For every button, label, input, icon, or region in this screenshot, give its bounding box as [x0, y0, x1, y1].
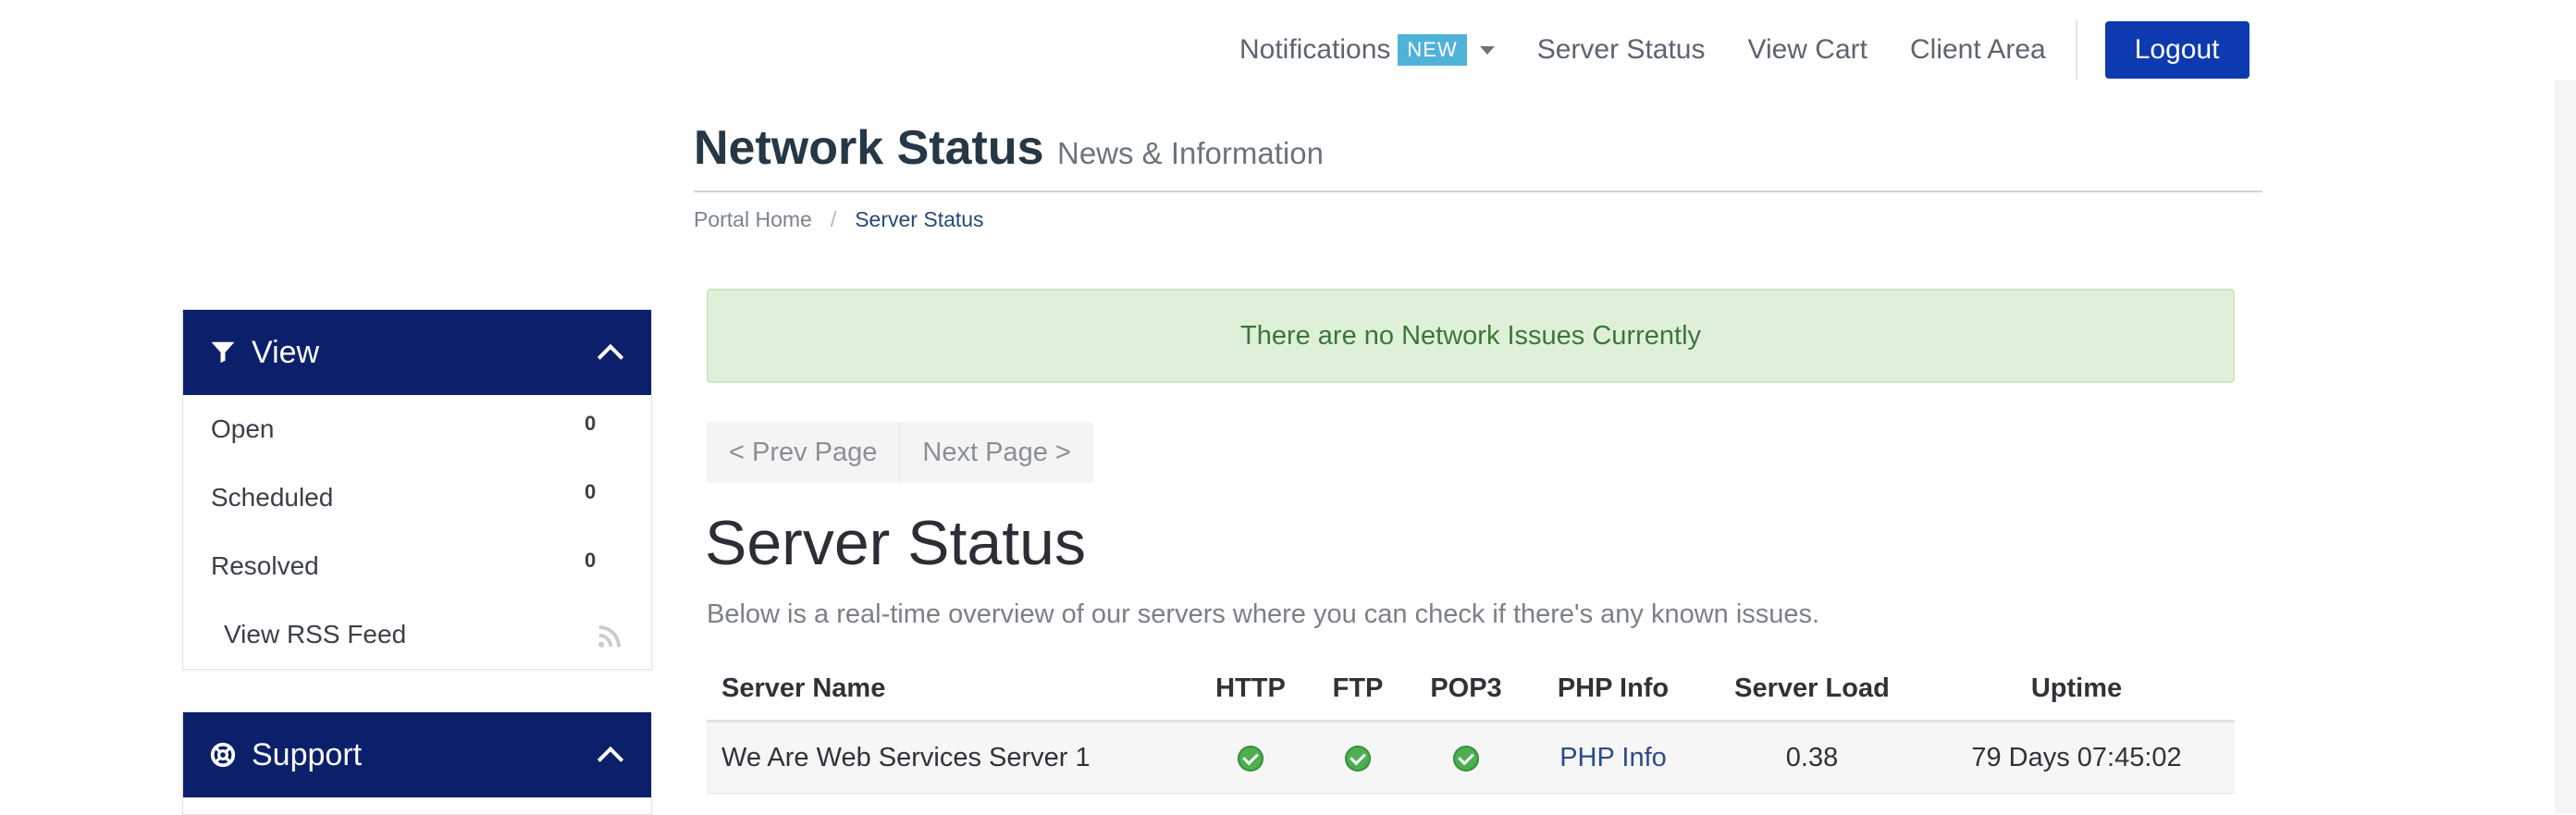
- rss-icon: [598, 625, 621, 648]
- sidebar-item-label: Resolved: [211, 551, 319, 580]
- view-panel-title: View: [252, 334, 320, 370]
- col-server-load: Server Load: [1706, 657, 1918, 722]
- support-panel-title: Support: [252, 736, 363, 772]
- nav-server-status[interactable]: Server Status: [1537, 34, 1706, 66]
- col-http: HTTP: [1197, 657, 1304, 722]
- server-status-description: Below is a real-time overview of our ser…: [707, 599, 1820, 629]
- nav-client-area[interactable]: Client Area: [1910, 34, 2046, 66]
- sidebar-item-open[interactable]: Open 0: [183, 395, 651, 463]
- http-status-cell: [1197, 721, 1304, 794]
- nav-view-cart[interactable]: View Cart: [1747, 34, 1867, 66]
- page-title: Network Status: [694, 121, 1044, 175]
- new-badge: NEW: [1398, 34, 1467, 66]
- server-status-table: Server Name HTTP FTP POP3 PHP Info Serve…: [707, 657, 2235, 794]
- server-load-cell: 0.38: [1706, 721, 1918, 794]
- next-page-button[interactable]: Next Page >: [899, 422, 1092, 483]
- network-status-alert: There are no Network Issues Currently: [707, 289, 2235, 383]
- page-subtitle: News & Information: [1056, 136, 1324, 170]
- breadcrumb-home[interactable]: Portal Home: [694, 207, 812, 232]
- col-server-name: Server Name: [707, 657, 1197, 722]
- server-status-title: Server Status: [705, 508, 1086, 578]
- sidebar-item-label: Scheduled: [211, 483, 334, 512]
- check-circle-icon: [1345, 745, 1371, 772]
- sidebar-item-label: Open: [211, 414, 275, 443]
- check-circle-icon: [1238, 745, 1263, 772]
- server-name-cell: We Are Web Services Server 1: [707, 721, 1197, 794]
- check-circle-icon: [1453, 745, 1479, 772]
- nav-divider: [2075, 20, 2077, 80]
- pop3-status-cell: [1411, 721, 1521, 794]
- sidebar-item-rss[interactable]: View RSS Feed: [183, 600, 651, 669]
- rss-feed-label: View RSS Feed: [224, 620, 407, 648]
- chevron-up-icon[interactable]: [597, 343, 624, 371]
- ftp-status-cell: [1304, 721, 1411, 794]
- php-info-link[interactable]: PHP Info: [1559, 743, 1667, 772]
- col-php-info: PHP Info: [1521, 657, 1706, 722]
- breadcrumb-separator: /: [830, 207, 837, 231]
- col-ftp: FTP: [1304, 657, 1411, 722]
- sidebar-item-count: 0: [585, 549, 597, 572]
- sidebar-item-count: 0: [585, 412, 597, 435]
- uptime-cell: 79 Days 07:45:02: [1918, 721, 2235, 794]
- chevron-up-icon[interactable]: [597, 746, 624, 773]
- table-header-row: Server Name HTTP FTP POP3 PHP Info Serve…: [707, 657, 2235, 722]
- sidebar-item-resolved[interactable]: Resolved 0: [183, 532, 651, 600]
- pagination: < Prev Page Next Page >: [707, 422, 1093, 483]
- php-info-cell: PHP Info: [1521, 721, 1706, 794]
- prev-page-button[interactable]: < Prev Page: [707, 422, 899, 483]
- alert-text: There are no Network Issues Currently: [1239, 320, 1702, 351]
- table-row: We Are Web Services Server 1 PHP Info 0.…: [707, 721, 2235, 794]
- view-panel: View Open 0 Scheduled 0 Resolved 0 View …: [182, 309, 652, 670]
- view-panel-header[interactable]: View: [183, 310, 651, 395]
- support-panel-header[interactable]: Support: [183, 712, 651, 797]
- breadcrumb-current: Server Status: [855, 207, 984, 231]
- col-pop3: POP3: [1411, 657, 1521, 722]
- support-panel: Support: [182, 711, 652, 815]
- logout-button[interactable]: Logout: [2104, 21, 2249, 79]
- sidebar-item-scheduled[interactable]: Scheduled 0: [183, 463, 651, 532]
- sidebar-item-count: 0: [585, 480, 597, 503]
- caret-down-icon: [1479, 45, 1495, 55]
- col-uptime: Uptime: [1918, 657, 2235, 722]
- page-header: Network Status News & Information: [694, 120, 2262, 192]
- filter-icon: [211, 341, 235, 364]
- breadcrumb: Portal Home / Server Status: [694, 207, 984, 232]
- page-scroll-gutter: [2555, 80, 2576, 813]
- notifications-menu[interactable]: Notifications NEW: [1239, 34, 1495, 66]
- top-nav: Notifications NEW Server Status View Car…: [1239, 20, 2249, 80]
- support-icon: [210, 742, 236, 768]
- notifications-label: Notifications: [1239, 34, 1391, 65]
